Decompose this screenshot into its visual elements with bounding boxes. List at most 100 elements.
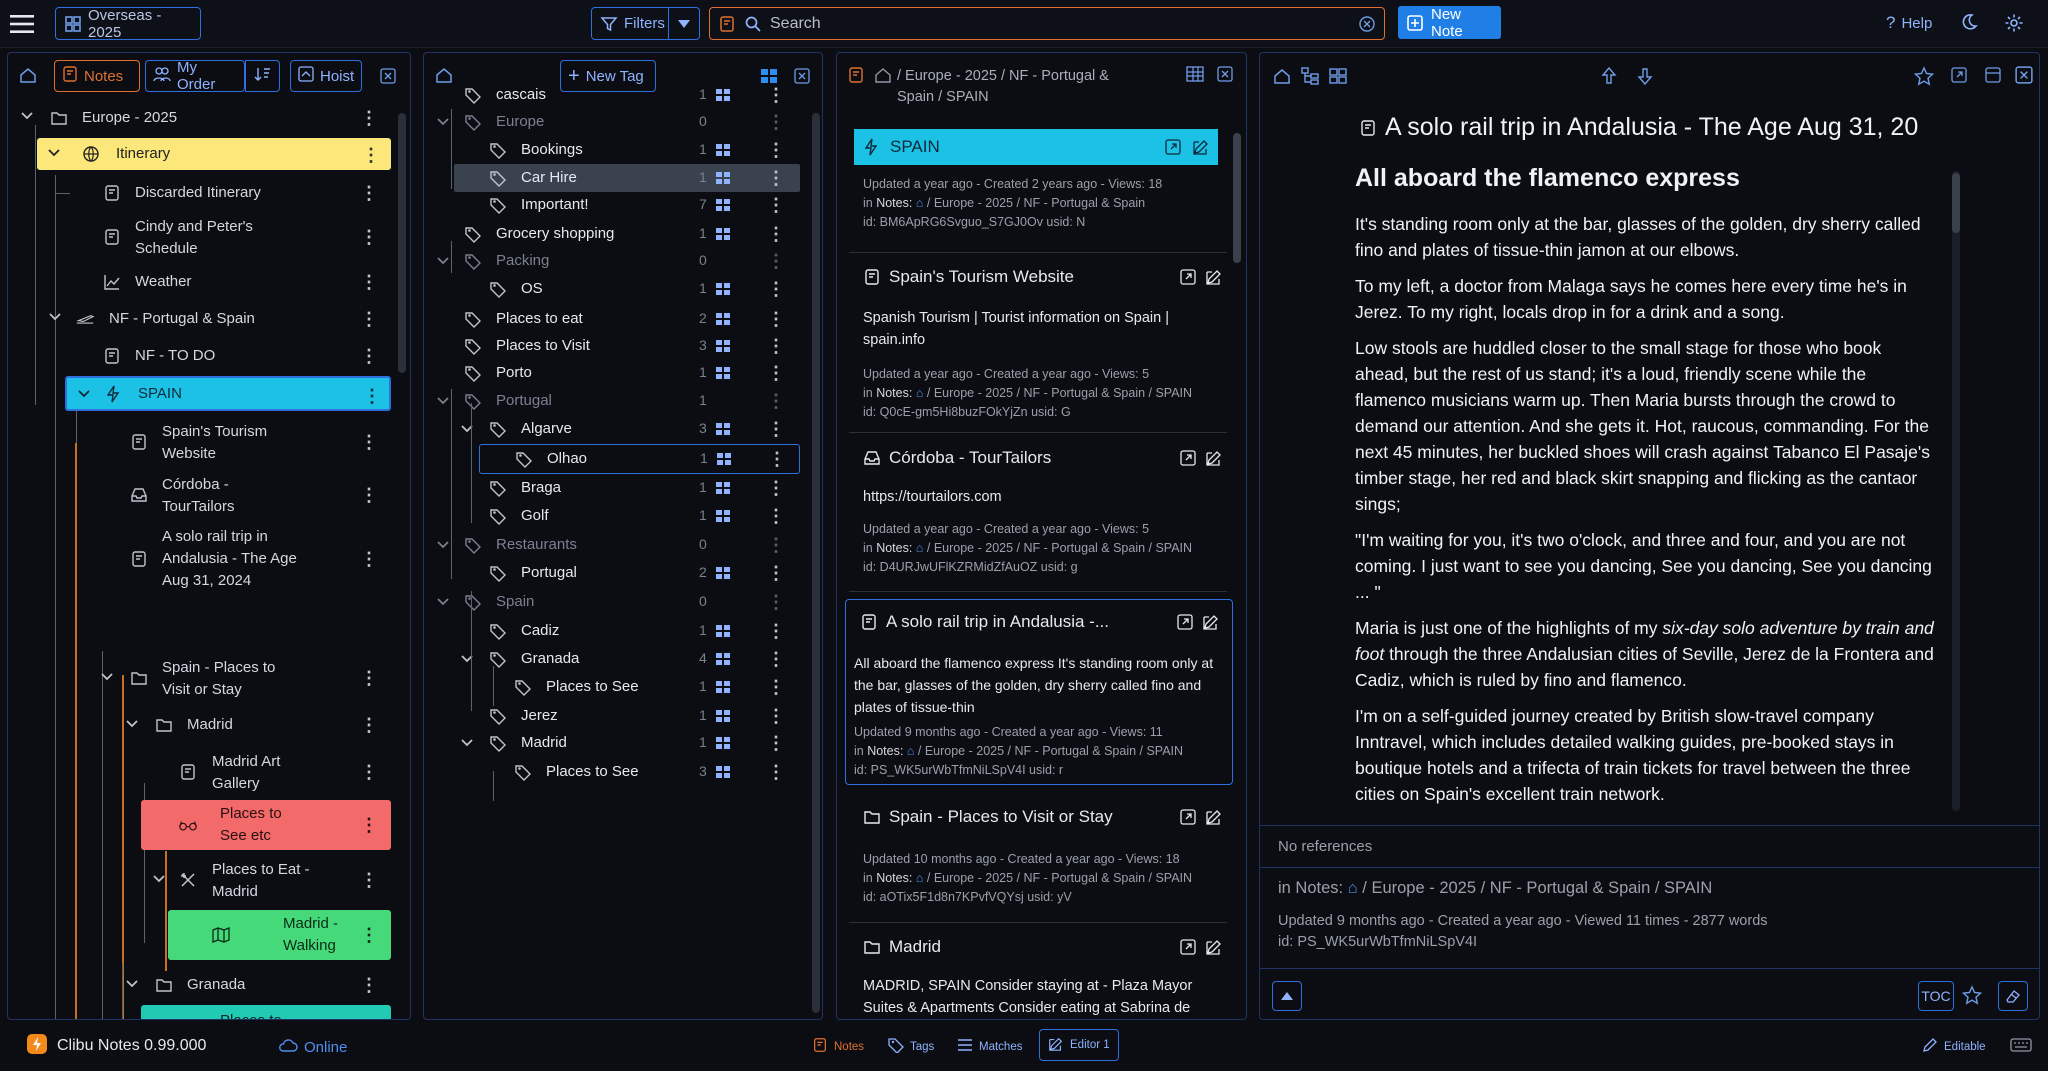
path-text[interactable]: / Europe - 2025 / NF - Portugal & Spain …: [927, 871, 1192, 885]
more-icon[interactable]: ⋮: [767, 364, 785, 382]
tree-item-places-to-see-granada[interactable]: Places to See - Granada ⋮: [141, 1005, 391, 1019]
filters-button[interactable]: Filters: [591, 7, 669, 40]
grid-icon[interactable]: [716, 736, 730, 749]
home-icon[interactable]: ⌂: [916, 196, 924, 210]
tag-item[interactable]: Algarve 3 ⋮: [424, 415, 804, 443]
eraser-button[interactable]: [1998, 981, 2028, 1011]
grid-icon[interactable]: [1328, 66, 1348, 86]
tag-item[interactable]: Bookings 1 ⋮: [424, 136, 804, 164]
grid-icon[interactable]: [716, 481, 730, 494]
status-tab-tags[interactable]: Tags: [888, 1037, 934, 1056]
more-icon[interactable]: ⋮: [767, 479, 785, 497]
scrollbar[interactable]: [812, 113, 820, 1013]
tree-item-spain-places-to-visit[interactable]: Spain - Places to Visit or Stay ⋮: [8, 654, 388, 702]
edit-icon[interactable]: [1192, 138, 1210, 156]
tag-item[interactable]: Granada 4 ⋮: [424, 645, 804, 673]
tree-item-discarded-itinerary[interactable]: Discarded Itinerary ⋮: [8, 178, 388, 208]
more-icon[interactable]: ⋮: [360, 228, 378, 246]
status-tab-matches[interactable]: Matches: [957, 1037, 1022, 1056]
edit-icon[interactable]: [1205, 808, 1223, 826]
more-icon[interactable]: ⋮: [767, 734, 785, 752]
more-icon[interactable]: ⋮: [767, 392, 785, 410]
edit-icon[interactable]: [1202, 613, 1220, 631]
more-icon[interactable]: ⋮: [363, 387, 381, 405]
more-icon[interactable]: ⋮: [767, 707, 785, 725]
chevron-down-icon[interactable]: [100, 670, 114, 688]
path-text[interactable]: / Europe - 2025 / NF - Portugal & Spain …: [1362, 879, 1712, 897]
tag-item[interactable]: Places to eat 2 ⋮: [424, 305, 804, 333]
grid-icon[interactable]: [716, 422, 730, 435]
more-icon[interactable]: ⋮: [767, 86, 785, 104]
tree-item-madrid[interactable]: Madrid ⋮: [8, 710, 388, 740]
chevron-down-icon[interactable]: [436, 595, 450, 613]
more-icon[interactable]: ⋮: [360, 109, 378, 127]
home-icon[interactable]: [874, 66, 892, 84]
menu-icon[interactable]: [8, 10, 36, 38]
note-card[interactable]: Madrid MADRID, SPAIN Consider staying at…: [849, 925, 1227, 1019]
tag-item[interactable]: Grocery shopping 1 ⋮: [424, 220, 804, 248]
tree-item-cordoba-tourtailors[interactable]: Córdoba - TourTailors ⋮: [8, 471, 388, 519]
scrollbar[interactable]: [1952, 173, 1960, 233]
tab-my-order[interactable]: My Order: [145, 59, 245, 93]
more-icon[interactable]: ⋮: [767, 113, 785, 131]
online-status[interactable]: Online: [278, 1037, 347, 1057]
more-icon[interactable]: ⋮: [360, 669, 378, 687]
clear-search-icon[interactable]: [1358, 15, 1376, 33]
more-icon[interactable]: ⋮: [767, 310, 785, 328]
tree-item-places-to-eat-madrid[interactable]: Places to Eat - Madrid ⋮: [8, 856, 388, 904]
tag-item[interactable]: Packing 0 ⋮: [424, 247, 804, 275]
edit-icon[interactable]: [1205, 268, 1223, 286]
keyboard-icon[interactable]: [2010, 1037, 2032, 1057]
tag-item[interactable]: Braga 1 ⋮: [424, 474, 804, 502]
edit-icon[interactable]: [1205, 449, 1223, 467]
more-icon[interactable]: ⋮: [360, 976, 378, 994]
note-card[interactable]: Spain's Tourism Website Spanish Tourism …: [849, 255, 1227, 433]
note-card[interactable]: Spain - Places to Visit or Stay Updated …: [849, 795, 1227, 923]
scroll-top-button[interactable]: [1272, 981, 1302, 1011]
grid-icon[interactable]: [716, 171, 730, 184]
note-card-title-bar[interactable]: Madrid: [863, 937, 1223, 957]
tag-item[interactable]: Restaurants 0 ⋮: [424, 531, 804, 559]
more-icon[interactable]: ⋮: [360, 816, 378, 834]
note-card[interactable]: SPAIN Updated a year ago - Created 2 yea…: [849, 125, 1227, 253]
tag-item[interactable]: Car Hire 1 ⋮: [454, 164, 800, 192]
note-card-title-bar[interactable]: SPAIN: [854, 129, 1218, 165]
grid-icon[interactable]: [716, 566, 730, 579]
status-tab-notes[interactable]: Notes: [812, 1037, 864, 1056]
tree-item-cindy-and-peters-schedule[interactable]: Cindy and Peter's Schedule ⋮: [8, 213, 388, 261]
gear-icon[interactable]: [2004, 13, 2024, 37]
search-bar[interactable]: [709, 7, 1385, 40]
more-icon[interactable]: ⋮: [360, 347, 378, 365]
path-text[interactable]: / Europe - 2025 / NF - Portugal & Spain …: [918, 744, 1183, 758]
grid-icon[interactable]: [717, 452, 731, 465]
more-icon[interactable]: ⋮: [767, 593, 785, 611]
more-icon[interactable]: ⋮: [360, 550, 378, 568]
home-icon[interactable]: ⌂: [916, 541, 924, 555]
tree-item-spain[interactable]: SPAIN ⋮: [65, 376, 391, 411]
grid-icon[interactable]: [716, 680, 730, 693]
more-icon[interactable]: ⋮: [767, 763, 785, 781]
tag-item[interactable]: Important! 7 ⋮: [424, 191, 804, 219]
path-text[interactable]: / Europe - 2025 / NF - Portugal & Spain …: [927, 386, 1192, 400]
path-text[interactable]: / Europe - 2025 / NF - Portugal & Spain: [927, 196, 1145, 210]
close-panel-icon[interactable]: [2015, 66, 2033, 84]
hoist-button[interactable]: Hoist: [290, 60, 362, 92]
grid-icon[interactable]: [716, 227, 730, 240]
grid-icon[interactable]: [716, 312, 730, 325]
tag-item[interactable]: Europe 0 ⋮: [424, 108, 804, 136]
chevron-down-icon[interactable]: [48, 310, 62, 328]
tree-item-solo-rail-trip[interactable]: A solo rail trip in Andalusia - The Age …: [8, 524, 388, 594]
tree-item-weather[interactable]: Weather ⋮: [8, 267, 388, 297]
filters-dropdown[interactable]: [668, 7, 700, 40]
more-icon[interactable]: ⋮: [360, 310, 378, 328]
more-icon[interactable]: ⋮: [767, 622, 785, 640]
close-panel-icon[interactable]: [380, 68, 396, 84]
tag-item[interactable]: Porto 1 ⋮: [424, 359, 804, 387]
chevron-down-icon[interactable]: [125, 717, 139, 735]
note-card-title-bar[interactable]: Spain's Tourism Website: [863, 267, 1223, 287]
more-icon[interactable]: ⋮: [767, 536, 785, 554]
star-icon[interactable]: [1962, 985, 1982, 1005]
editor-content[interactable]: All aboard the flamenco express It's sta…: [1355, 165, 1935, 807]
edit-icon[interactable]: [1205, 938, 1223, 956]
more-icon[interactable]: ⋮: [360, 871, 378, 889]
